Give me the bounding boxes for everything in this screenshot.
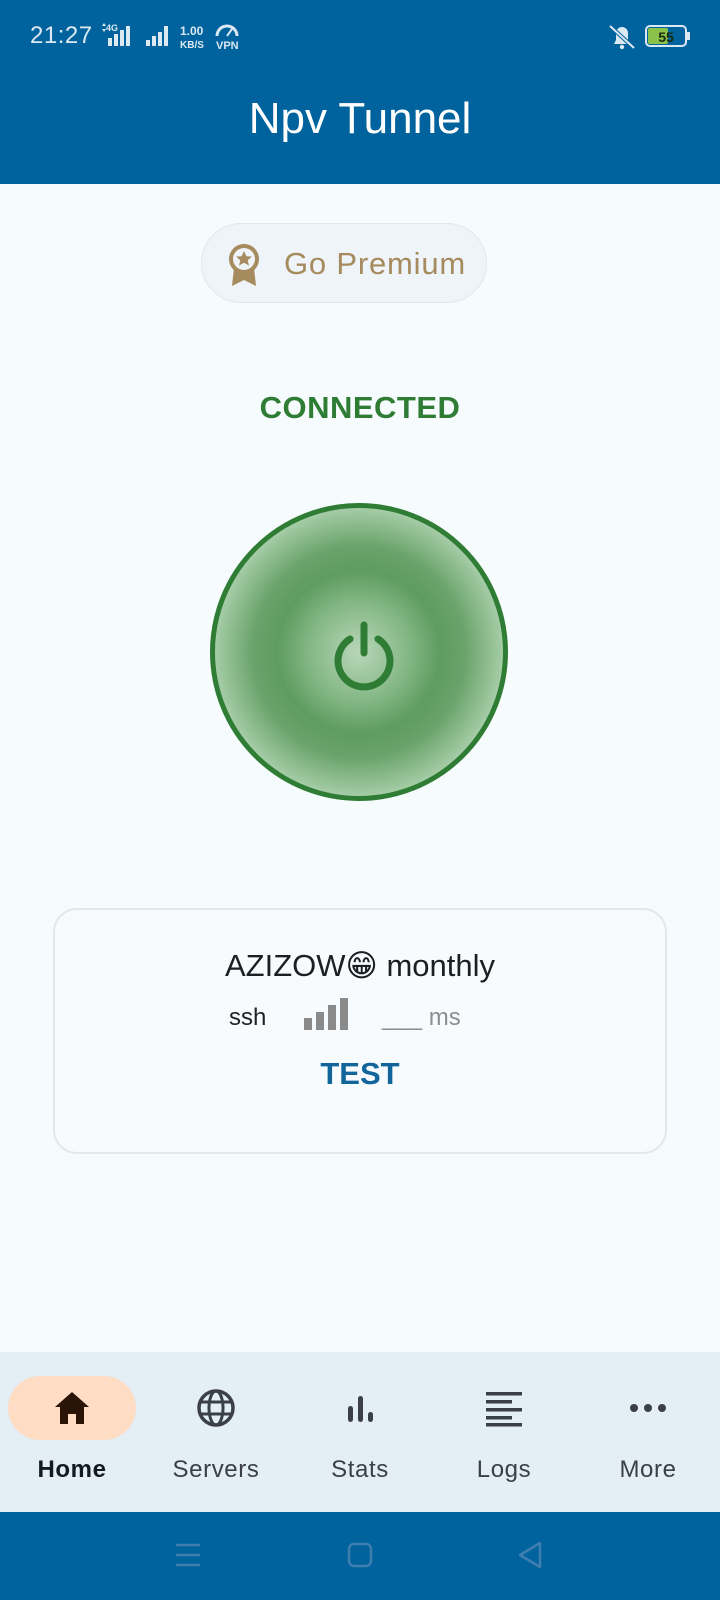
device-status-icons: 55 (608, 24, 690, 50)
back-icon[interactable] (516, 1540, 544, 1570)
network-type-label: 4G (106, 23, 118, 33)
connection-status: CONNECTED (259, 390, 461, 425)
go-premium-button[interactable]: Go Premium (201, 223, 487, 303)
nav-label-logs: Logs (476, 1456, 532, 1483)
nav-label-servers: Servers (172, 1456, 260, 1483)
recent-apps-icon[interactable] (174, 1540, 202, 1570)
speed-unit: KB/S (180, 40, 204, 50)
battery-icon: 55 (645, 25, 690, 47)
award-ribbon-icon (229, 244, 259, 286)
speed-value: 1.00 (180, 24, 204, 38)
app-bar: Npv Tunnel (0, 72, 720, 184)
nav-item-servers[interactable]: Servers (144, 1352, 288, 1512)
network-status-icons: 4G 1.00 KB/S VPN (102, 23, 239, 50)
home-icon (55, 1392, 89, 1424)
status-bar: 21:27 4G 1.00 KB/S VPN 55 (0, 0, 720, 72)
vpn-label: VPN (216, 40, 239, 50)
power-icon (334, 621, 394, 691)
mute-bell-icon (608, 24, 636, 50)
bar-chart-icon (348, 1396, 373, 1422)
system-navigation-bar (0, 1512, 720, 1600)
list-icon (486, 1392, 522, 1427)
bottom-navigation: Home Servers Stats Logs More (0, 1352, 720, 1512)
home-system-icon[interactable] (346, 1540, 374, 1570)
nav-label-more: More (619, 1456, 677, 1483)
nav-item-stats[interactable]: Stats (288, 1352, 432, 1512)
connect-power-button[interactable] (210, 503, 508, 801)
server-protocol: ssh (229, 1004, 267, 1031)
battery-level: 55 (658, 29, 674, 45)
globe-icon (197, 1389, 235, 1427)
nav-label-home: Home (37, 1456, 107, 1483)
nav-label-stats: Stats (331, 1456, 389, 1483)
nav-item-more[interactable]: More (576, 1352, 720, 1512)
server-card[interactable]: AZIZOW😁 monthly ssh ___ ms TEST (53, 908, 667, 1154)
ping-value: ___ ms (382, 1004, 461, 1031)
signal-strength-icon (304, 998, 348, 1030)
server-name: AZIZOW😁 monthly (224, 948, 495, 983)
go-premium-label: Go Premium (284, 246, 466, 281)
app-title: Npv Tunnel (248, 94, 472, 143)
status-time: 21:27 (30, 22, 93, 49)
test-button[interactable]: TEST (55, 1056, 665, 1092)
nav-item-logs[interactable]: Logs (432, 1352, 576, 1512)
nav-item-home[interactable]: Home (0, 1352, 144, 1512)
more-horizontal-icon (630, 1404, 666, 1412)
